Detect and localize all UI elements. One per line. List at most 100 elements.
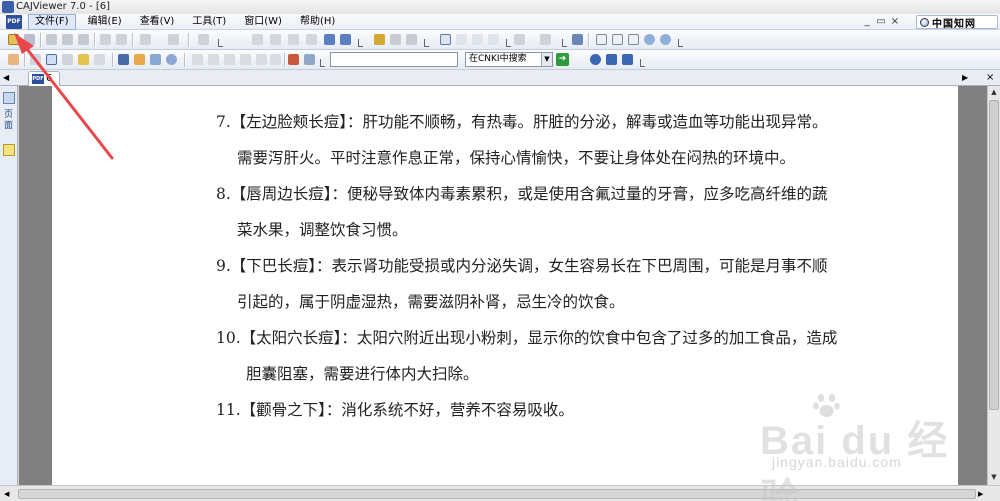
toolbar-separator [284,53,286,67]
print-preview-icon[interactable] [62,34,73,45]
toolbar-separator [24,53,26,67]
snapshot-icon[interactable] [62,54,73,65]
pages-panel-label[interactable]: 页面 [4,110,14,132]
pen-icon[interactable] [118,54,129,65]
scroll-down-icon[interactable]: ▼ [988,471,1000,484]
hand-icon[interactable] [8,54,19,65]
text-select-icon[interactable] [30,54,41,65]
menu-help[interactable]: 帮助(H) [294,14,341,30]
facing-pages-icon[interactable] [472,34,483,45]
fit-page-icon[interactable] [612,34,623,45]
gem-icon[interactable] [304,54,315,65]
redo-icon[interactable] [168,34,179,45]
window-icon[interactable] [622,54,633,65]
next-page-icon[interactable] [288,34,299,45]
tab-scroll-right-icon[interactable]: ▶ [962,70,968,86]
thumbnail-icon[interactable] [3,92,15,104]
document-tab-strip: ◀ PDF 6 ▶ × [0,70,1000,86]
chevron-down-icon[interactable]: ▼ [541,53,552,66]
minimize-icon[interactable]: _ [860,14,874,30]
full-screen-icon[interactable] [572,34,583,45]
find-previous-icon[interactable] [390,34,401,45]
continuous-page-icon[interactable] [456,34,467,45]
horizontal-scroll-thumb[interactable] [18,489,976,499]
search-scope-label: 在CNKI中搜索 [469,54,527,64]
toolbar-grip[interactable] [506,39,511,47]
tab-label: 6 [46,73,53,84]
strikeout-icon[interactable] [208,54,219,65]
menu-tools[interactable]: 工具(T) [186,14,232,30]
find-next-icon[interactable] [406,34,417,45]
restore-icon[interactable]: ▭ [874,14,888,30]
highlighter-icon[interactable] [134,54,145,65]
menu-window[interactable]: 窗口(W) [238,14,288,30]
scroll-right-icon[interactable]: ▶ [978,486,983,501]
toolbar-grip[interactable] [424,39,429,47]
scroll-left-icon[interactable]: ◀ [4,486,9,501]
document-view[interactable]: 7.【左边脸颊长痘】：肝功能不顺畅，有热毒。肝脏的分泌，解毒或造血等功能出现异常… [19,86,987,485]
toolbar-grip[interactable] [218,39,223,47]
print-icon[interactable] [46,34,57,45]
layout-icon[interactable] [540,34,551,45]
cnki-link[interactable]: 中国知网 [916,15,998,30]
menu-bar: PDF 文件(F) 编辑(E) 查看(V) 工具(T) 窗口(W) 帮助(H) … [0,14,1000,30]
scroll-up-icon[interactable]: ▲ [988,86,1000,99]
document-icon[interactable]: PDF [6,15,22,29]
zoom-out-icon[interactable] [660,34,671,45]
select-image-icon[interactable] [94,54,105,65]
horizontal-scrollbar[interactable]: ◀ ▶ [0,485,1000,501]
ocr-icon[interactable] [78,54,89,65]
search-go-button[interactable]: ➜ [556,53,569,66]
menu-file[interactable]: 文件(F) [28,14,76,30]
hand-tool-icon[interactable] [198,34,209,45]
back-icon[interactable] [324,34,335,45]
search-scope-select[interactable]: 在CNKI中搜索 ▼ [465,52,553,67]
menu: 文件(F) 编辑(E) 查看(V) 工具(T) 窗口(W) 帮助(H) [28,14,347,30]
vertical-scroll-thumb[interactable] [989,100,999,410]
region-select-icon[interactable] [46,54,57,65]
tab-document-6[interactable]: PDF 6 [28,71,60,86]
fit-width-icon[interactable] [628,34,639,45]
rectangle-icon[interactable] [150,54,161,65]
bookmark-icon[interactable] [288,54,299,65]
vertical-scrollbar[interactable]: ▲ ▼ [987,86,1000,485]
menu-view[interactable]: 查看(V) [134,14,181,30]
close-icon[interactable]: × [888,14,902,30]
single-page-icon[interactable] [440,34,451,45]
search-input[interactable] [330,52,458,67]
paste-icon[interactable] [116,34,127,45]
continuous-facing-icon[interactable] [488,34,499,45]
find-icon[interactable] [374,34,385,45]
toolbar-grip[interactable] [678,39,683,47]
help-icon[interactable] [590,54,601,65]
info-icon[interactable] [606,54,617,65]
save-icon[interactable] [24,34,35,45]
toolbar-grip[interactable] [562,39,567,47]
toolbar-grip[interactable] [640,59,645,67]
forward-icon[interactable] [340,34,351,45]
zoom-in-icon[interactable] [644,34,655,45]
note-icon[interactable] [256,54,267,65]
rotate-icon[interactable] [514,34,525,45]
open-folder-icon[interactable] [8,34,19,45]
actual-size-icon[interactable] [596,34,607,45]
last-page-icon[interactable] [306,34,317,45]
annotation-pen-icon[interactable] [3,144,15,156]
text-annotation-icon[interactable] [192,54,203,65]
anchor-icon[interactable] [240,54,251,65]
paragraph-line: 9.【下巴长痘】：表示肾功能受损或内分泌失调，女生容易长在下巴周围，可能是月事不… [216,257,828,275]
email-icon[interactable] [78,34,89,45]
menu-edit[interactable]: 编辑(E) [82,14,128,30]
paragraph-line: 7.【左边脸颊长痘】：肝功能不顺畅，有热毒。肝脏的分泌，解毒或造血等功能出现异常… [216,113,828,131]
tab-scroll-left-icon[interactable]: ◀ [3,70,9,86]
underline-icon[interactable] [224,54,235,65]
copy-icon[interactable] [100,34,111,45]
link-icon[interactable] [270,54,281,65]
ellipse-icon[interactable] [166,54,177,65]
undo-icon[interactable] [140,34,151,45]
first-page-icon[interactable] [252,34,263,45]
toolbar-grip[interactable] [358,39,363,47]
tab-close-icon[interactable]: × [986,70,994,86]
toolbar-grip[interactable] [320,59,325,67]
previous-page-icon[interactable] [270,34,281,45]
